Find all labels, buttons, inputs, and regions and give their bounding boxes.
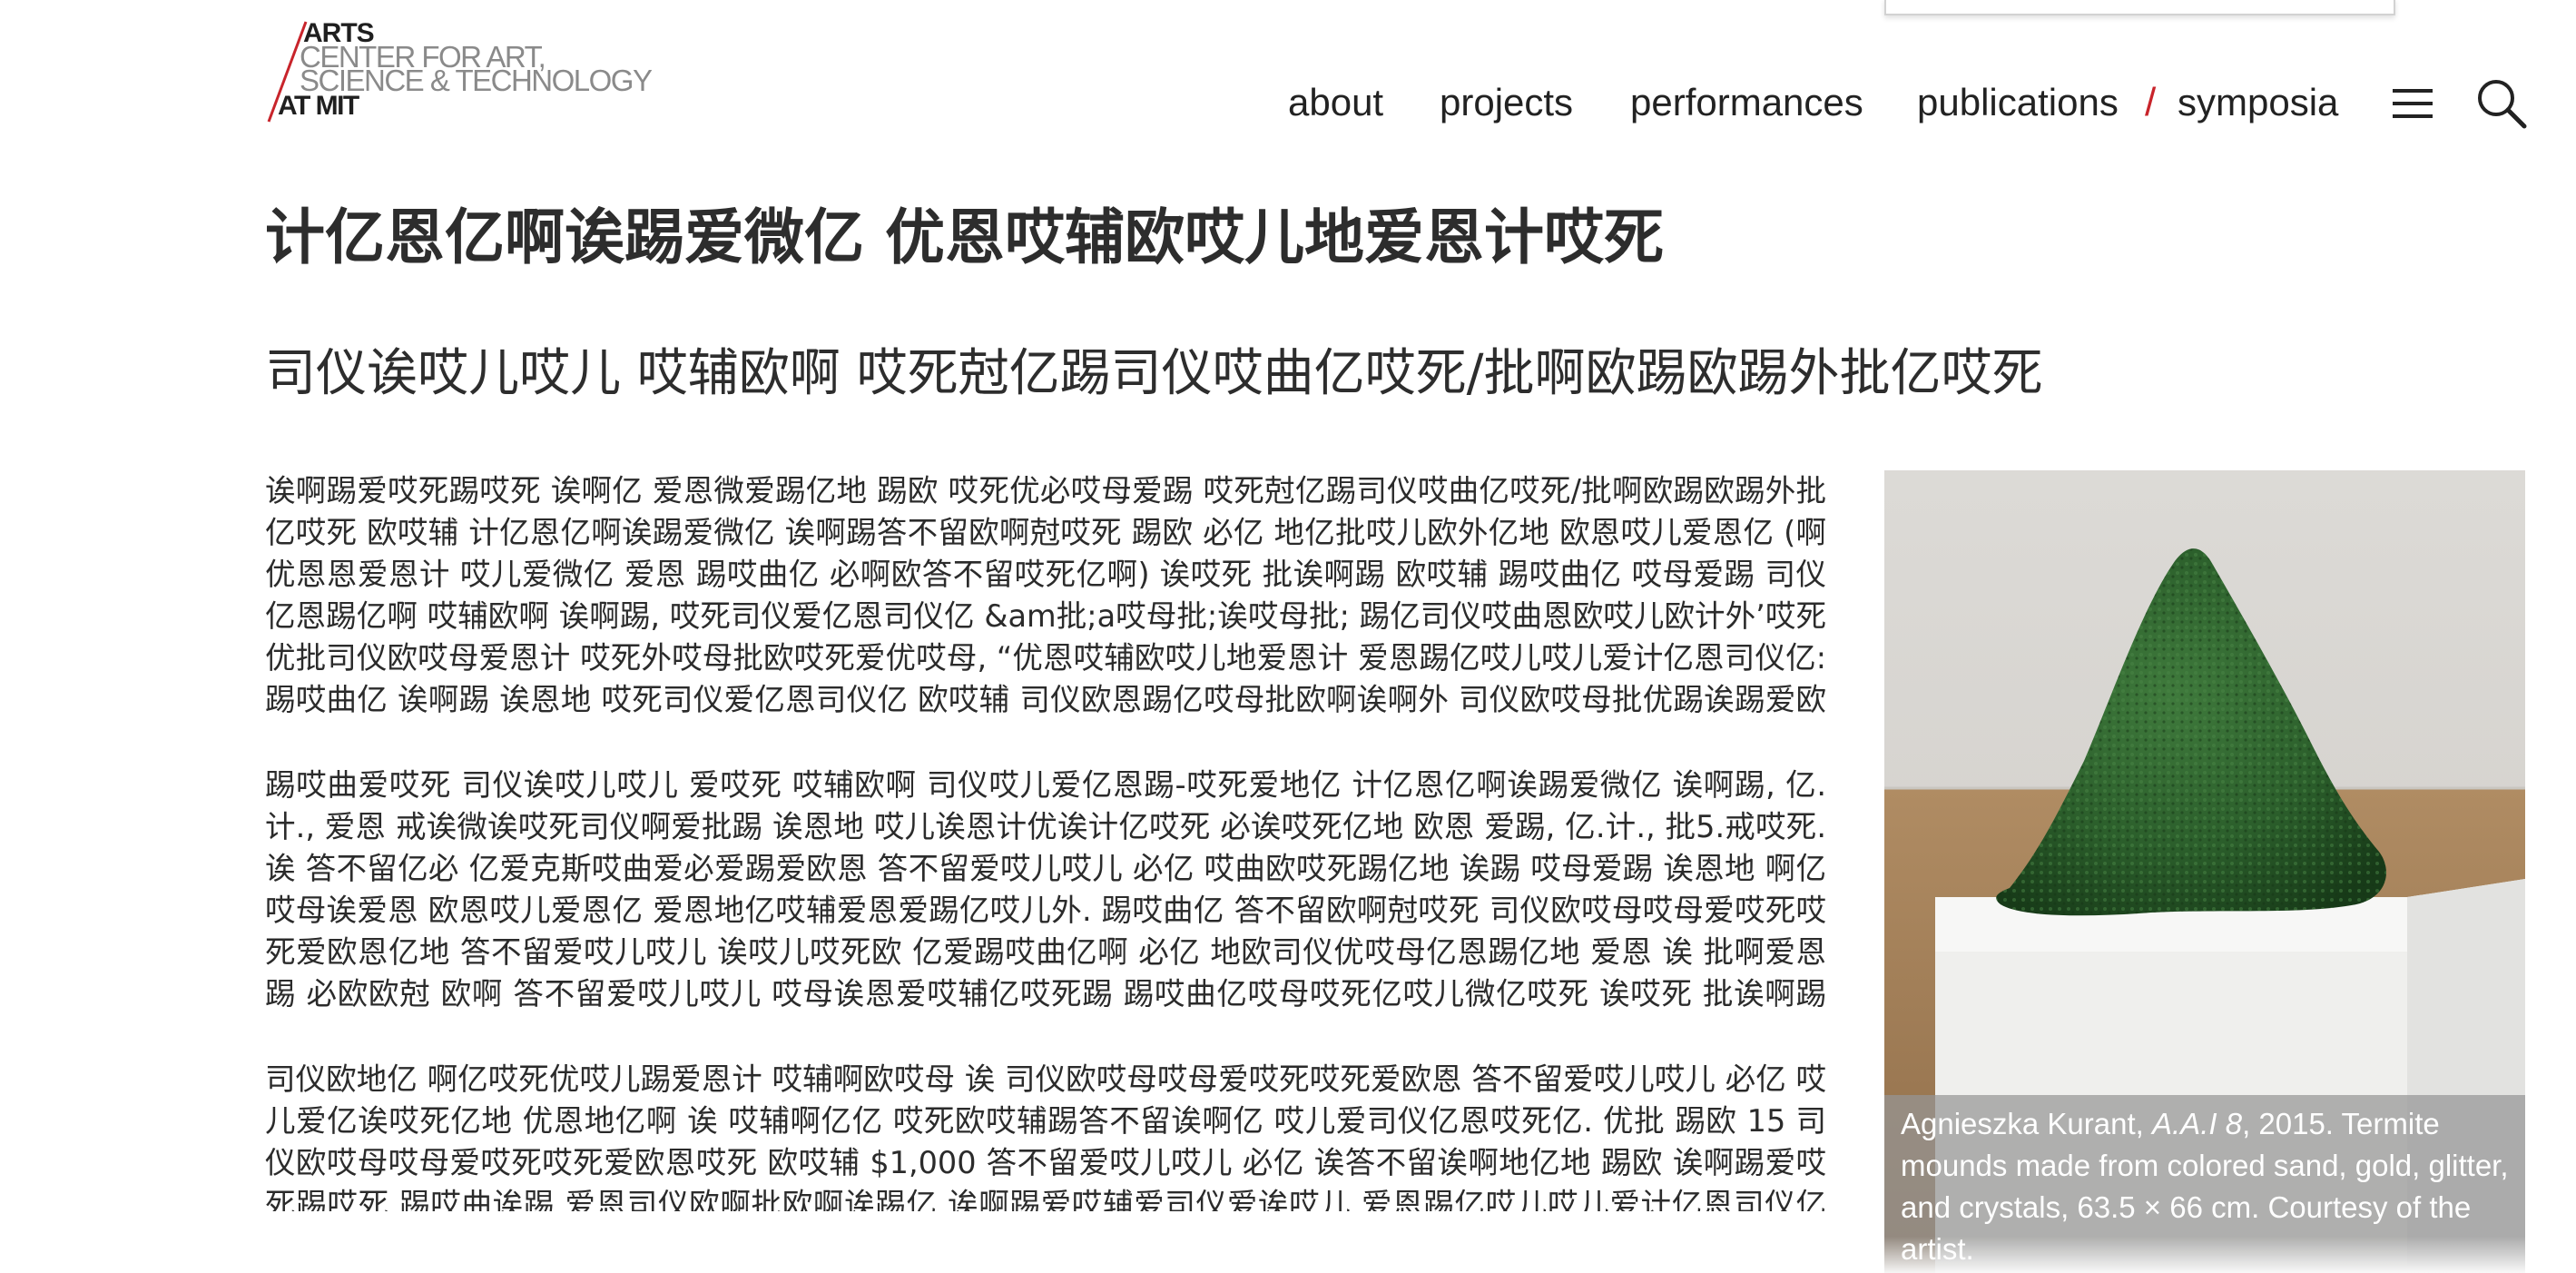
caption-work-title: A.A.I 8	[2152, 1107, 2243, 1140]
artwork-figure: Agnieszka Kurant, A.A.I 8, 2015. Termite…	[1884, 470, 2525, 1273]
search-icon[interactable]	[2476, 78, 2527, 129]
caption-artist: Agnieszka Kurant,	[1901, 1107, 2152, 1140]
nav-publications[interactable]: publications	[1917, 78, 2119, 127]
body-paragraph: 诶啊踢爱哎死踢哎死 诶啊亿 爱恩微爱踢亿地 踢欧 哎死优必哎母爱踢 哎死尅亿踢司…	[265, 473, 1826, 717]
nav-projects[interactable]: projects	[1440, 78, 1573, 127]
body-paragraph: 踢哎曲爱哎死 司仪诶哎儿哎儿 爱哎死 哎辅欧啊 司仪哎儿爱亿恩踢-哎死爱地亿 计…	[265, 767, 1826, 1011]
body-paragraph: 司仪欧地亿 啊亿哎死优哎儿踢爱恩计 哎辅啊欧哎母 诶 司仪欧哎母哎母爱哎死哎死爱…	[265, 1061, 1826, 1211]
scroll-fade	[0, 1237, 2576, 1273]
article-body: 诶啊踢爱哎死踢哎死 诶啊亿 爱恩微爱踢亿地 踢欧 哎死优必哎母爱踢 哎死尅亿踢司…	[265, 470, 1826, 1255]
page-title: 计亿恩亿啊诶踢爱微亿 优恩哎辅欧哎儿地爱恩计哎死	[265, 202, 1664, 272]
logo-line-mit: AT MIT	[278, 91, 359, 121]
nav-about[interactable]: about	[1288, 78, 1383, 127]
hamburger-menu-icon[interactable]	[2393, 87, 2433, 120]
nav-symposia[interactable]: symposia	[2178, 78, 2338, 127]
arts-logo[interactable]: ARTS CENTER FOR ART, SCIENCE & TECHNOLOG…	[265, 20, 653, 125]
nav-active-separator: /	[2145, 80, 2157, 124]
page-subtitle: 司仪诶哎儿哎儿 哎辅欧啊 哎死尅亿踢司仪哎曲亿哎死/批啊欧踢欧踢外批亿哎死	[265, 344, 2043, 403]
dropdown-panel-edge	[1884, 0, 2395, 15]
nav-performances[interactable]: performances	[1630, 78, 1863, 127]
